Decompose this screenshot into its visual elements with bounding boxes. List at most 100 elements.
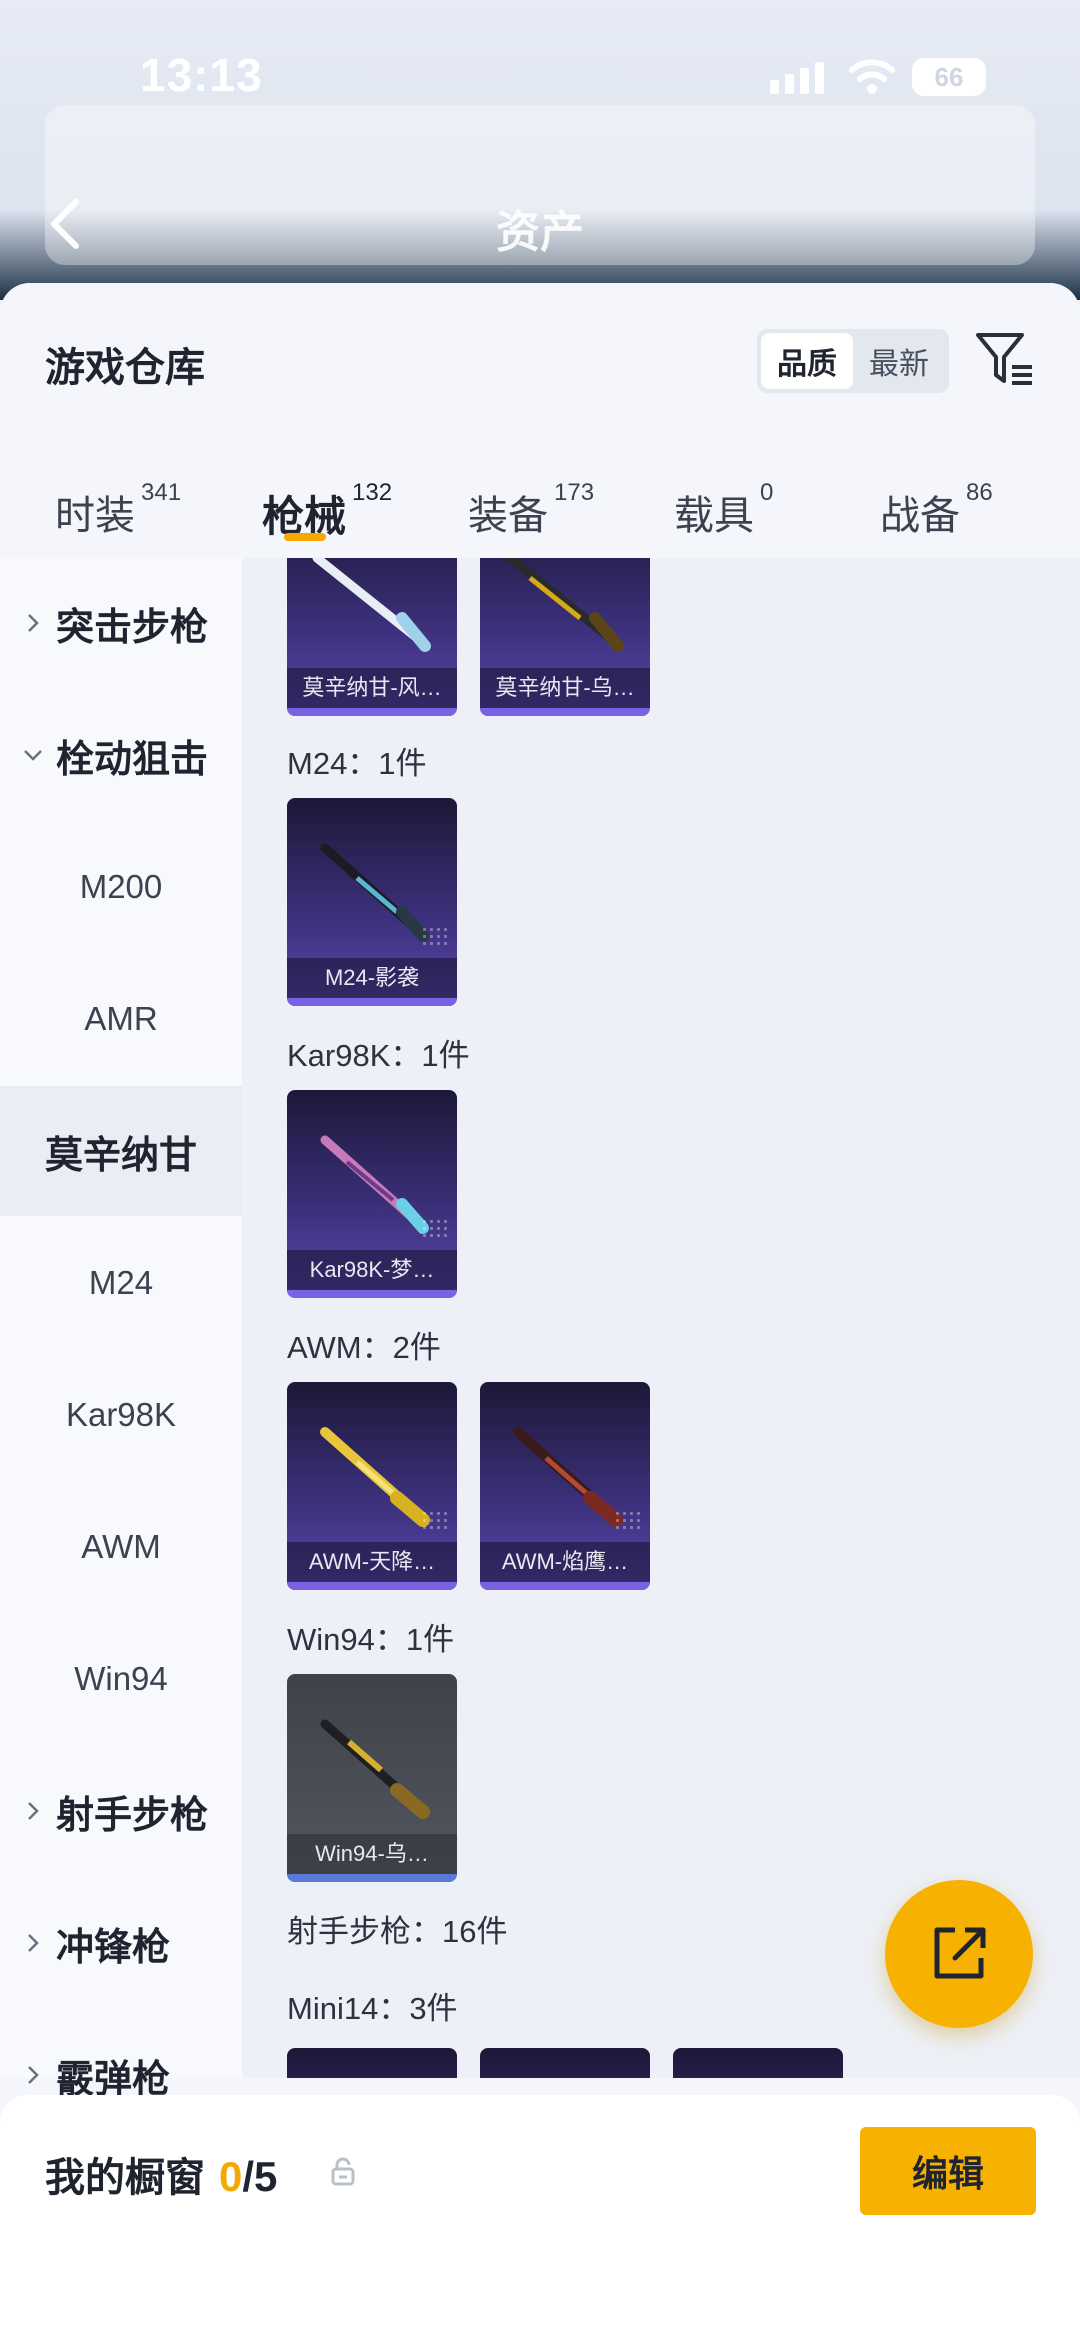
- category-tabs: 时装 341 枪械 132 装备 173 载具 0 战备 86: [0, 453, 1080, 558]
- section-label-kar98k: Kar98K：1件: [287, 1038, 470, 1073]
- chevron-right-icon: [28, 1934, 39, 1952]
- weapon-card[interactable]: [480, 2048, 650, 2078]
- section-label-m24: M24：1件: [287, 746, 427, 781]
- weapon-card-name: M24-影袭: [287, 958, 457, 998]
- rarity-strip: [287, 1874, 457, 1882]
- weapon-card[interactable]: Kar98K-梦…: [287, 1090, 457, 1298]
- weapon-card-name: Kar98K-梦…: [287, 1250, 457, 1290]
- weapon-card-name: 莫辛纳甘-风…: [287, 668, 457, 708]
- warehouse-sheet: 游戏仓库 品质 最新 时装 341 枪械 132 装备 173 载具 0 战备 …: [0, 283, 1080, 2341]
- rarity-strip: [287, 1582, 457, 1590]
- status-time: 13:13: [140, 49, 263, 101]
- sidebar-group-smg[interactable]: 冲锋枪: [0, 1878, 242, 2008]
- sidebar-item-win94[interactable]: Win94: [0, 1614, 242, 1744]
- sidebar-item-kar98k[interactable]: Kar98K: [0, 1350, 242, 1480]
- weapon-card[interactable]: 莫辛纳甘-乌…: [480, 558, 650, 716]
- section-label-win94: Win94：1件: [287, 1622, 455, 1657]
- share-button[interactable]: [885, 1880, 1033, 2028]
- filter-icon[interactable]: [972, 327, 1036, 391]
- tab-label: 装备: [468, 494, 548, 538]
- showcase-max: /5: [242, 2153, 278, 2200]
- weapon-card[interactable]: [673, 2048, 843, 2078]
- share-external-icon: [934, 1927, 986, 1979]
- page-title: 资产: [496, 208, 584, 257]
- tab-equipment[interactable]: 装备 173: [468, 453, 594, 553]
- rifle-icon: [505, 558, 624, 652]
- sidebar-item-mosin[interactable]: 莫辛纳甘: [0, 1086, 242, 1216]
- sidebar-item-label: M200: [79, 868, 163, 905]
- section-label-mini14: Mini14：3件: [287, 1991, 458, 2026]
- tab-supplies[interactable]: 战备 86: [880, 453, 993, 553]
- sidebar-group-label: 突击步枪: [56, 606, 209, 649]
- sidebar-item-label: AWM: [81, 1528, 161, 1565]
- tab-label: 时装: [55, 494, 135, 538]
- weapon-card[interactable]: AWM-天降…: [287, 1382, 457, 1590]
- rarity-strip: [287, 998, 457, 1006]
- sort-quality-option[interactable]: 品质: [761, 333, 853, 389]
- tab-count: 0: [760, 479, 774, 506]
- sidebar-item-label: M24: [88, 1264, 154, 1301]
- showcase-bar: 我的橱窗 0 /5 编辑: [0, 2095, 1080, 2341]
- chevron-right-icon: [28, 2066, 39, 2084]
- weapon-card-name: AWM-天降…: [287, 1542, 457, 1582]
- showcase-info: 我的橱窗 0 /5: [45, 2145, 277, 2203]
- section-label-awm: AWM：2件: [287, 1330, 441, 1365]
- tab-costume[interactable]: 时装 341: [55, 453, 181, 553]
- back-arrow-icon[interactable]: [44, 196, 84, 252]
- signal-icon: [770, 62, 824, 94]
- sort-latest-option[interactable]: 最新: [853, 333, 945, 389]
- sidebar-item-amr[interactable]: AMR: [0, 954, 242, 1084]
- battery-indicator: 66: [912, 58, 986, 96]
- sidebar-item-m24[interactable]: M24: [0, 1218, 242, 1348]
- rarity-strip: [480, 1582, 650, 1590]
- rarity-strip: [287, 1290, 457, 1298]
- chevron-down-icon: [24, 750, 42, 761]
- sidebar-item-label: Kar98K: [65, 1396, 177, 1433]
- weapon-card-name: 莫辛纳甘-乌…: [480, 668, 650, 708]
- weapon-grid: 莫辛纳甘-风… 莫辛纳甘-乌… M24：1件 M24-影袭 Kar98K：1件 …: [242, 558, 1080, 2078]
- weapon-type-sidebar: 突击步枪 栓动狙击 M200 AMR 莫辛纳甘 M24 Kar98K AWM W…: [0, 558, 242, 2101]
- edit-button[interactable]: 编辑: [860, 2127, 1036, 2215]
- wifi-icon: [849, 59, 895, 94]
- weapon-card[interactable]: [287, 2048, 457, 2078]
- tab-count: 341: [141, 479, 182, 506]
- sidebar-group-label: 射手步枪: [56, 1794, 209, 1837]
- tab-count: 173: [554, 479, 595, 506]
- weapon-card-name: Win94-乌…: [287, 1834, 457, 1874]
- sidebar-group-assault-rifle[interactable]: 突击步枪: [0, 558, 242, 688]
- weapon-card-name: AWM-焰鹰…: [480, 1542, 650, 1582]
- section-label-dmr-total: 射手步枪：16件: [287, 1914, 508, 1949]
- sidebar-item-label: AMR: [84, 1000, 158, 1037]
- lock-icon: [331, 2157, 355, 2186]
- chevron-right-icon: [28, 1802, 39, 1820]
- tab-count: 86: [966, 479, 993, 506]
- active-tab-indicator: [284, 533, 326, 541]
- sheet-header: 游戏仓库 品质 最新 时装 341 枪械 132 装备 173 载具 0 战备 …: [0, 283, 1080, 558]
- tab-firearms[interactable]: 枪械 132: [262, 453, 392, 553]
- showcase-count: 0: [219, 2153, 243, 2200]
- weapon-card[interactable]: 莫辛纳甘-风…: [287, 558, 457, 716]
- rifle-icon: [320, 1719, 430, 1819]
- chevron-right-icon: [28, 614, 39, 632]
- tab-vehicles[interactable]: 载具 0: [674, 453, 773, 553]
- weapon-card[interactable]: M24-影袭: [287, 798, 457, 1006]
- sidebar-group-bolt-sniper[interactable]: 栓动狙击: [0, 690, 242, 820]
- rifle-icon: [312, 558, 431, 652]
- sidebar-item-label: 莫辛纳甘: [44, 1134, 197, 1177]
- sidebar-item-awm[interactable]: AWM: [0, 1482, 242, 1612]
- sidebar-group-label: 栓动狙击: [56, 738, 209, 781]
- sidebar-item-label: Win94: [74, 1660, 168, 1697]
- tab-label: 战备: [880, 494, 960, 538]
- rarity-strip: [287, 708, 457, 716]
- weapon-card[interactable]: AWM-焰鹰…: [480, 1382, 650, 1590]
- tab-label: 载具: [674, 494, 754, 538]
- sidebar-item-m200[interactable]: M200: [0, 822, 242, 952]
- showcase-label: 我的橱窗: [45, 2156, 205, 2200]
- sidebar-group-dmr[interactable]: 射手步枪: [0, 1746, 242, 1876]
- tab-count: 132: [352, 479, 393, 506]
- weapon-card[interactable]: Win94-乌…: [287, 1674, 457, 1882]
- sidebar-group-label: 冲锋枪: [56, 1926, 171, 1969]
- sort-toggle[interactable]: 品质 最新: [757, 329, 949, 393]
- warehouse-title: 游戏仓库: [45, 346, 205, 390]
- rarity-strip: [480, 708, 650, 716]
